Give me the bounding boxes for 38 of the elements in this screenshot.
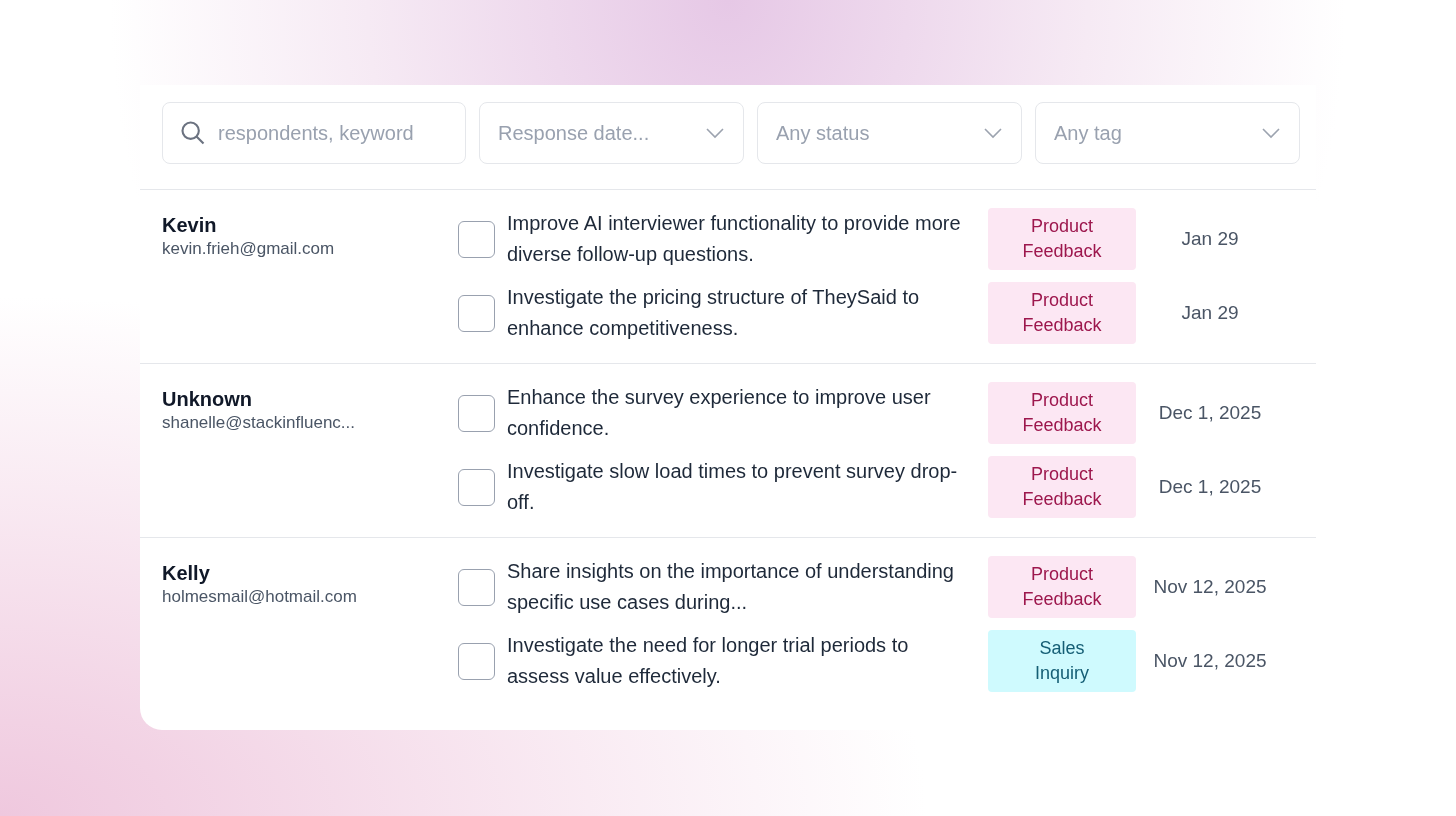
action-item-text: Improve AI interviewer functionality to provide more diverse follow-up questions. bbox=[507, 211, 962, 267]
respondent-name: Kelly bbox=[162, 561, 210, 586]
date: Jan 29 bbox=[1181, 300, 1239, 325]
action-item-text: Investigate the need for longer trial periods to assess value effectively. bbox=[507, 633, 910, 689]
date: Dec 1, 2025 bbox=[1158, 400, 1262, 425]
tag: Product Feedback bbox=[988, 456, 1136, 518]
respondent-email: shanelle@stackinfluenc... bbox=[162, 412, 356, 434]
date: Nov 12, 2025 bbox=[1153, 648, 1267, 673]
action-item-text: Enhance the survey experience to improve user confidence. bbox=[507, 385, 932, 441]
action-item-text: Share insights on the importance of understanding specific use cases during... bbox=[507, 559, 955, 615]
checkbox[interactable] bbox=[458, 220, 495, 258]
checkbox[interactable] bbox=[458, 294, 495, 332]
date: Dec 1, 2025 bbox=[1158, 474, 1262, 499]
tag: Product Feedback bbox=[988, 556, 1136, 618]
respondent-email: holmesmail@hotmail.com bbox=[162, 586, 357, 608]
search-field[interactable]: respondents, keyword bbox=[162, 102, 466, 164]
action-item-text: Investigate slow load times to prevent survey drop-off. bbox=[507, 459, 959, 515]
respondent-name: Unknown bbox=[162, 387, 252, 412]
dropdown[interactable]: Response date... bbox=[479, 102, 744, 164]
tag: Sales Inquiry bbox=[988, 630, 1136, 692]
checkbox[interactable] bbox=[458, 568, 495, 606]
tag: Product Feedback bbox=[988, 208, 1136, 270]
respondent-email: kevin.frieh@gmail.com bbox=[162, 238, 335, 260]
checkbox[interactable] bbox=[458, 468, 495, 506]
chevron-down-icon bbox=[705, 127, 725, 139]
tag: Product Feedback bbox=[988, 282, 1136, 344]
tag: Product Feedback bbox=[988, 382, 1136, 444]
search-icon bbox=[179, 119, 207, 147]
checkbox[interactable] bbox=[458, 394, 495, 432]
chevron-down-icon bbox=[983, 127, 1003, 139]
action-item-text: Investigate the pricing structure of TheySaid to enhance competitiveness. bbox=[507, 285, 921, 341]
respondent-name: Kevin bbox=[162, 213, 217, 238]
checkbox[interactable] bbox=[458, 642, 495, 680]
date: Nov 12, 2025 bbox=[1153, 574, 1267, 599]
dropdown[interactable]: Any status bbox=[757, 102, 1022, 164]
date: Jan 29 bbox=[1181, 226, 1239, 251]
dropdown[interactable]: Any tag bbox=[1035, 102, 1300, 164]
chevron-down-icon bbox=[1261, 127, 1281, 139]
